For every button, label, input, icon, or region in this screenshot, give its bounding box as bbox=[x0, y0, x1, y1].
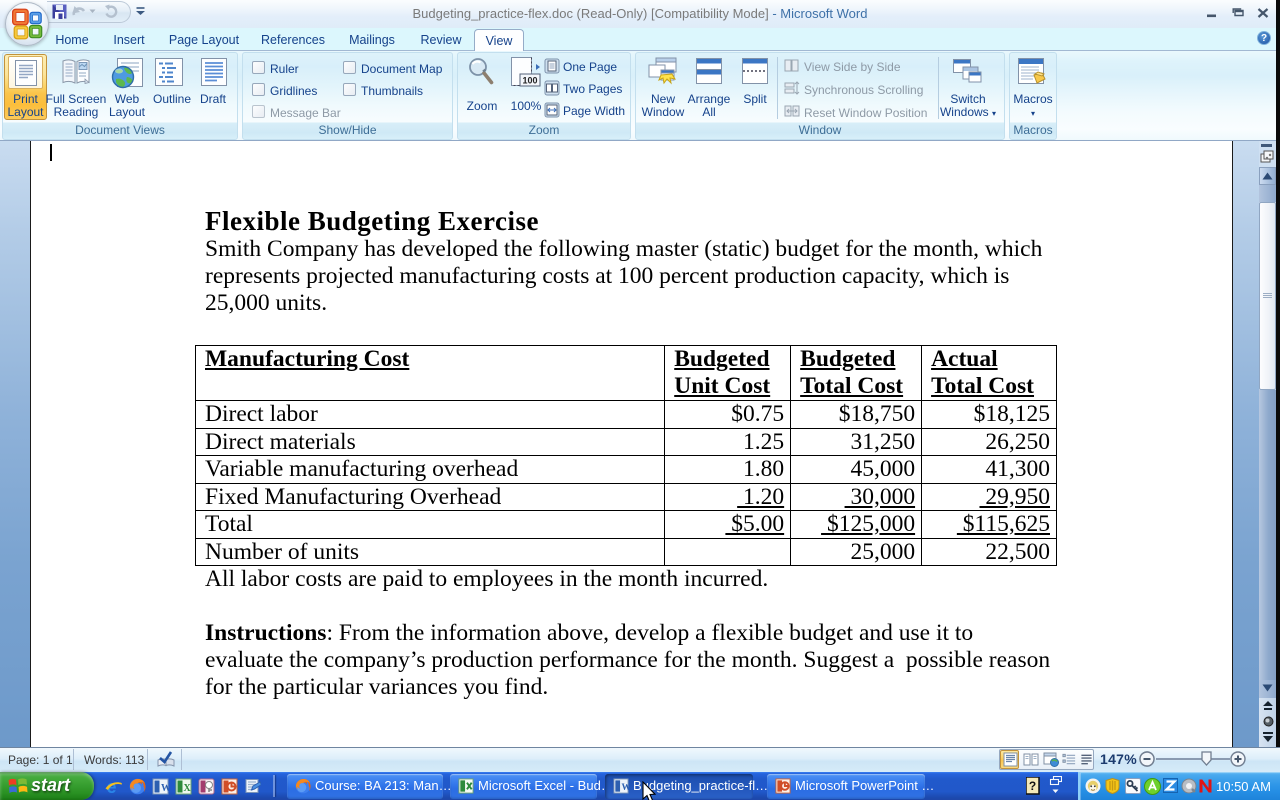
svg-text:?: ? bbox=[1029, 779, 1036, 793]
svg-text:W: W bbox=[621, 783, 629, 793]
svg-text:X: X bbox=[184, 783, 192, 794]
svg-text:W: W bbox=[161, 783, 169, 794]
svg-text:100: 100 bbox=[522, 76, 537, 86]
